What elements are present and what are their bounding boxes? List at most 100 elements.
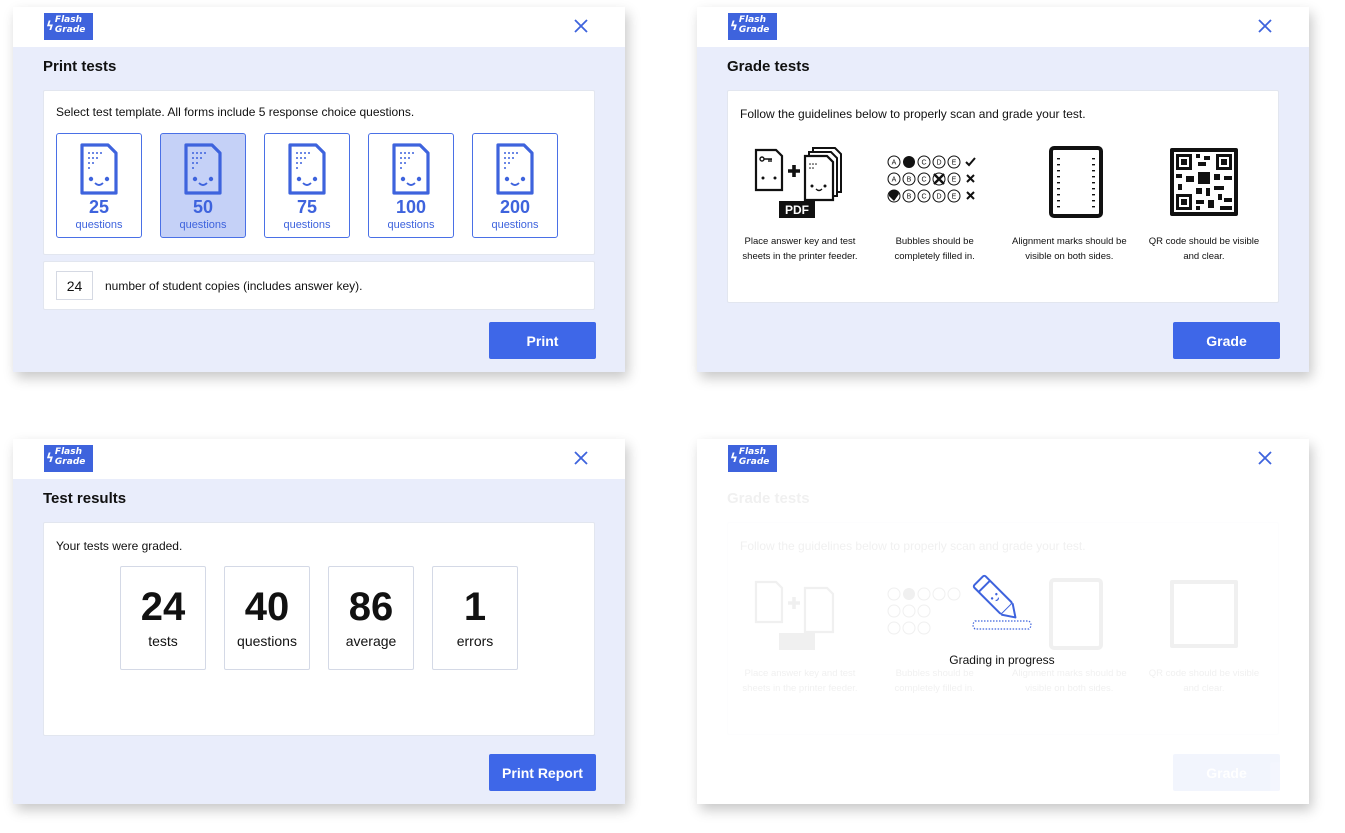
guideline-caption: Alignment marks should be visible on both…: [1009, 666, 1129, 696]
template-unit: questions: [387, 219, 435, 231]
test-sheet-icon: [80, 143, 118, 195]
bolt-icon: ϟ: [730, 19, 738, 33]
caption-line2: and clear.: [1183, 683, 1225, 694]
guideline-list: PDF Place answer key and test sheets in t…: [740, 146, 1264, 264]
template-count: 75: [296, 197, 318, 217]
bubble-letter: C: [921, 177, 926, 184]
stat-value: 1: [463, 585, 487, 629]
dialog-header: ϟ Flash Grade: [697, 7, 1309, 47]
logo-line2: Grade: [738, 456, 770, 467]
copies-label: number of student copies (includes answe…: [105, 279, 363, 293]
template-unit: questions: [491, 219, 539, 231]
logo-line2: Grade: [54, 24, 86, 35]
caption-line2: visible on both sides.: [1025, 683, 1114, 694]
caption-line1: Place answer key and test: [744, 236, 856, 247]
flashgrade-logo: ϟ Flash Grade: [728, 13, 777, 40]
test-sheet-icon: [184, 143, 222, 195]
answer-key-sheets-icon: [754, 580, 835, 650]
guideline-item: Alignment marks should be visible on both…: [1009, 146, 1129, 264]
guideline-item: Place answer key and test sheets in the p…: [740, 578, 860, 696]
stat-questions: 40 questions: [224, 566, 310, 670]
guidelines-instruction: Follow the guidelines below to properly …: [740, 539, 1086, 553]
guideline-item: A C D E A B C E B C D E Bubbles should b…: [875, 146, 995, 264]
flashgrade-logo: ϟ Flash Grade: [44, 13, 93, 40]
dialog-title: Print tests: [43, 58, 117, 75]
grading-progress-indicator: Grading in progress: [947, 569, 1057, 667]
guideline-item: QR code should be visible and clear.: [1144, 146, 1264, 264]
template-instruction: Select test template. All forms include …: [56, 105, 415, 119]
bubble-letter: D: [936, 160, 941, 167]
dialog-header: ϟ Flash Grade: [697, 439, 1309, 479]
dialog-title: Grade tests: [727, 490, 810, 507]
dialog-title: Test results: [43, 490, 127, 507]
print-tests-dialog: ϟ Flash Grade Print tests Select test tem…: [13, 7, 625, 372]
template-unit: questions: [283, 219, 331, 231]
guideline-item: PDF Place answer key and test sheets in t…: [740, 146, 860, 264]
template-unit: questions: [179, 219, 227, 231]
test-results-dialog: ϟ Flash Grade Test results Your tests wer…: [13, 439, 625, 804]
dialog-header: ϟ Flash Grade: [13, 439, 625, 479]
close-icon[interactable]: [572, 17, 590, 35]
bubble-letter: B: [906, 194, 911, 201]
answer-key-sheets-icon: PDF: [754, 147, 842, 218]
copies-panel: 24 number of student copies (includes an…: [43, 261, 595, 310]
caption-line2: visible on both sides.: [1025, 251, 1114, 262]
grade-button: Grade: [1173, 754, 1280, 791]
template-75-questions[interactable]: 75 questions: [264, 133, 350, 238]
test-sheet-icon: [392, 143, 430, 195]
bubble-letter: C: [921, 194, 926, 201]
test-sheet-icon: [496, 143, 534, 195]
template-200-questions[interactable]: 200 questions: [472, 133, 558, 238]
flashgrade-logo: ϟ Flash Grade: [728, 445, 777, 472]
caption-line2: sheets in the printer feeder.: [742, 251, 858, 262]
stat-label: questions: [237, 633, 297, 649]
bubble-letter: C: [921, 160, 926, 167]
guideline-caption: Bubbles should be completely filled in.: [875, 666, 995, 696]
bubble-letter: E: [951, 194, 956, 201]
qr-code-icon: [1169, 148, 1238, 216]
stats-list: 24 tests 40 questions 86 average 1 error…: [120, 566, 518, 670]
grading-status-text: Grading in progress: [949, 653, 1055, 667]
print-report-button[interactable]: Print Report: [489, 754, 596, 791]
copies-input[interactable]: 24: [56, 271, 93, 300]
caption-line2: completely filled in.: [894, 683, 975, 694]
dialog-header: ϟ Flash Grade: [13, 7, 625, 47]
caption-line1: Place answer key and test: [744, 668, 856, 679]
guideline-item: QR code should be visible and clear.: [1144, 578, 1264, 696]
bolt-icon: ϟ: [46, 451, 54, 465]
flashgrade-logo: ϟ Flash Grade: [44, 445, 93, 472]
template-count: 100: [395, 197, 427, 217]
test-sheet-icon: [288, 143, 326, 195]
dialog-title: Grade tests: [727, 58, 810, 75]
close-icon[interactable]: [572, 449, 590, 467]
stat-label: errors: [456, 633, 494, 649]
template-panel: Select test template. All forms include …: [43, 90, 595, 255]
caption-line1: Alignment marks should be: [1012, 236, 1127, 247]
template-25-questions[interactable]: 25 questions: [56, 133, 142, 238]
caption-line1: QR code should be visible: [1148, 668, 1260, 679]
grade-button[interactable]: Grade: [1173, 322, 1280, 359]
caption-line2: sheets in the printer feeder.: [742, 683, 858, 694]
guideline-caption: Place answer key and test sheets in the p…: [740, 234, 860, 264]
template-50-questions[interactable]: 50 questions: [160, 133, 246, 238]
stat-tests: 24 tests: [120, 566, 206, 670]
caption-line1: Alignment marks should be: [1012, 668, 1127, 679]
template-count: 50: [192, 197, 214, 217]
stat-label: tests: [148, 633, 178, 649]
caption-line2: and clear.: [1183, 251, 1225, 262]
bubble-letter: E: [951, 160, 956, 167]
close-icon[interactable]: [1256, 17, 1274, 35]
caption-line1: Bubbles should be: [895, 668, 974, 679]
caption-line2: completely filled in.: [894, 251, 975, 262]
close-icon[interactable]: [1256, 449, 1274, 467]
caption-line1: Bubbles should be: [895, 236, 974, 247]
results-message: Your tests were graded.: [56, 539, 183, 553]
template-100-questions[interactable]: 100 questions: [368, 133, 454, 238]
print-button[interactable]: Print: [489, 322, 596, 359]
qr-code-icon: [1169, 580, 1238, 648]
guidelines-instruction: Follow the guidelines below to properly …: [740, 107, 1086, 121]
guideline-caption: Place answer key and test sheets in the p…: [740, 666, 860, 696]
grade-tests-dialog: ϟ Flash Grade Grade tests Follow the guid…: [697, 7, 1309, 372]
guideline-caption: QR code should be visible and clear.: [1144, 666, 1264, 696]
logo-line2: Grade: [54, 456, 86, 467]
